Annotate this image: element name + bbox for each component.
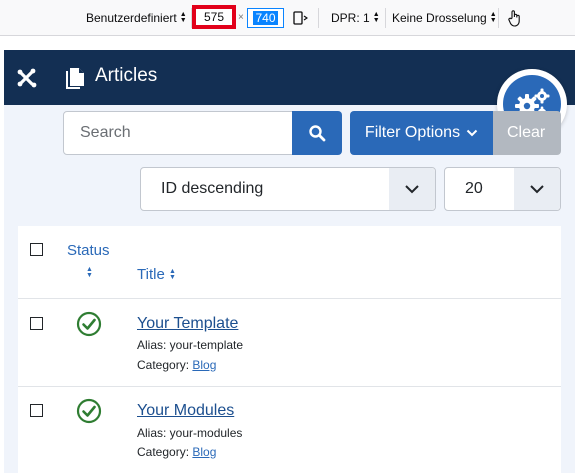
search-placeholder: Search [80, 124, 131, 141]
width-value: 575 [203, 10, 225, 24]
chevron-down-icon [466, 129, 478, 137]
list-limit-select[interactable]: 20 [444, 167, 561, 211]
touch-hand-icon [508, 10, 520, 27]
divider [385, 8, 386, 28]
chevron-down-icon [530, 185, 544, 194]
clear-button[interactable]: Clear [493, 111, 561, 155]
article-category: Category: Blog [137, 358, 216, 372]
dropdown-arrows-icon: ▲ ▼ [372, 11, 380, 24]
select-chevron [389, 168, 435, 210]
search-button[interactable] [292, 111, 342, 155]
page-title: Articles [95, 65, 158, 86]
clear-label: Clear [507, 124, 546, 141]
row-checkbox[interactable] [30, 404, 43, 417]
search-icon [309, 125, 326, 142]
row-divider [18, 386, 561, 387]
select-all-checkbox[interactable] [30, 243, 43, 256]
height-value: 740 [253, 11, 278, 25]
search-input[interactable]: Search [63, 111, 293, 155]
page-top-gap [4, 36, 575, 50]
article-alias: Alias: your-modules [137, 426, 243, 440]
device-selector[interactable]: Benutzerdefiniert ▲ ▼ [86, 0, 187, 36]
published-check-icon[interactable] [76, 398, 102, 424]
divider [318, 8, 319, 28]
device-label: Benutzerdefiniert [86, 11, 177, 25]
articles-table: Status ▲ ▼ Title ▲ ▼ Your Template Alias: … [18, 226, 561, 473]
divider [498, 8, 499, 28]
rotate-viewport-button[interactable] [292, 0, 308, 36]
status-column-header[interactable]: Status [67, 242, 110, 259]
filter-options-label: Filter Options [364, 124, 461, 141]
joomla-logo-icon[interactable] [16, 67, 38, 89]
category-label: Category: [137, 445, 190, 459]
category-label: Category: [137, 358, 190, 372]
devtools-toolbar: Benutzerdefiniert ▲ ▼ 575 × 740 DPR: 1 ▲ ▼… [0, 0, 575, 36]
row-checkbox[interactable] [30, 317, 43, 330]
dpr-label: DPR: 1 [331, 11, 370, 25]
row-divider [18, 298, 561, 299]
sort-icon: ▲ ▼ [168, 268, 176, 282]
article-alias: Alias: your-template [137, 338, 244, 352]
select-chevron [514, 168, 560, 210]
sort-icon[interactable]: ▲ ▼ [86, 266, 93, 279]
touch-simulation-button[interactable] [507, 0, 523, 36]
dropdown-arrows-icon: ▲ ▼ [179, 11, 187, 24]
dimension-separator: × [238, 12, 244, 23]
ordering-value: ID descending [161, 180, 264, 197]
title-header-label: Title [137, 266, 165, 283]
filter-options-button[interactable]: Filter Options [350, 111, 493, 155]
viewport-height-input[interactable]: 740 [247, 8, 284, 28]
viewport-width-input[interactable]: 575 [192, 5, 236, 29]
article-category: Category: Blog [137, 445, 216, 459]
published-check-icon[interactable] [76, 311, 102, 337]
list-ordering-select[interactable]: ID descending [140, 167, 436, 211]
admin-header: Articles [4, 50, 575, 105]
article-title-link[interactable]: Your Template [137, 315, 238, 333]
dropdown-arrows-icon: ▲ ▼ [489, 11, 497, 24]
article-title-link[interactable]: Your Modules [137, 402, 234, 420]
category-link[interactable]: Blog [192, 445, 216, 459]
throttle-label: Keine Drosselung [392, 11, 487, 25]
chevron-down-icon [405, 185, 419, 194]
rotate-device-icon [293, 11, 308, 25]
category-link[interactable]: Blog [192, 358, 216, 372]
dpr-selector[interactable]: DPR: 1 ▲ ▼ [331, 0, 380, 36]
title-column-header[interactable]: Title ▲ ▼ [137, 266, 176, 283]
articles-icon [66, 68, 84, 89]
throttling-selector[interactable]: Keine Drosselung ▲ ▼ [392, 0, 497, 36]
limit-value: 20 [465, 180, 483, 197]
